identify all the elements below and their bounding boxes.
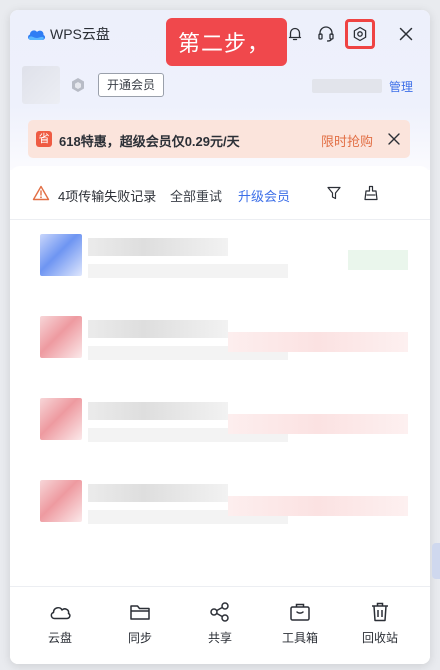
list-item[interactable] (34, 312, 410, 372)
promo-text: 618特惠，超级会员仅0.29元/天 (59, 134, 240, 149)
callout-text: 第二步， (178, 31, 271, 56)
account-name (312, 79, 382, 93)
nav-label: 同步 (127, 631, 152, 645)
avatar[interactable] (22, 66, 60, 104)
wps-cloud-panel: WPS云盘 第二步， 开通会员 管理 省 618特惠，超级会员仅0.29元/天 … (10, 10, 430, 664)
record-status-redacted (228, 496, 408, 516)
nav-item-cloud[interactable]: 云盘 (30, 601, 90, 647)
promo-tag: 省 (36, 131, 52, 147)
nav-label: 云盘 (47, 631, 72, 645)
nav-label: 回收站 (361, 631, 398, 645)
transfer-content: 4项传输失败记录 全部重试 升级会员 (10, 166, 430, 586)
record-status-redacted (348, 250, 408, 270)
member-badge-icon (72, 78, 84, 92)
retry-all-button[interactable]: 全部重试 (170, 186, 222, 205)
upgrade-member-link[interactable]: 升级会员 (238, 186, 290, 205)
file-name-redacted (88, 484, 228, 502)
clear-records-icon[interactable] (363, 185, 379, 201)
file-thumbnail (40, 480, 82, 522)
headset-icon (318, 26, 334, 42)
close-icon (399, 27, 413, 41)
open-membership-button[interactable]: 开通会员 (98, 73, 165, 97)
wps-cloud-logo-icon (28, 30, 46, 40)
tutorial-callout: 第二步， (166, 18, 287, 66)
side-scroll-handle[interactable] (432, 543, 440, 579)
list-item[interactable] (34, 476, 410, 536)
nav-item-toolbox[interactable]: 工具箱 (270, 601, 330, 647)
warning-icon (32, 185, 50, 201)
nav-item-sync[interactable]: 同步 (110, 601, 170, 647)
transfer-fail-bar: 4项传输失败记录 全部重试 升级会员 (10, 166, 430, 220)
file-thumbnail (40, 398, 82, 440)
folder-icon (130, 605, 150, 620)
nav-item-share[interactable]: 共享 (190, 601, 250, 647)
fail-count-text: 4项传输失败记录 (58, 189, 157, 204)
settings-button[interactable] (345, 19, 375, 49)
manage-link[interactable]: 管理 (389, 78, 413, 95)
file-thumbnail (40, 234, 82, 276)
file-name-redacted (88, 238, 228, 256)
promo-close-icon[interactable] (386, 131, 402, 147)
promo-banner[interactable]: 省 618特惠，超级会员仅0.29元/天 限时抢购 (28, 120, 410, 158)
nav-label: 共享 (207, 631, 232, 645)
user-info-row: 开通会员 管理 (10, 62, 430, 104)
bottom-nav: 云盘 同步 共享 工具箱 回收站 (10, 586, 430, 664)
toolbox-icon (290, 603, 310, 621)
share-icon (210, 602, 229, 622)
transfer-record-list (34, 230, 410, 558)
app-title: WPS云盘 (50, 26, 110, 42)
title-bar: WPS云盘 第二步， (10, 10, 430, 66)
nav-label: 工具箱 (281, 631, 318, 645)
notification-button[interactable] (283, 22, 307, 46)
nav-item-recycle-bin[interactable]: 回收站 (350, 601, 410, 647)
trash-icon (372, 602, 388, 622)
bell-icon (288, 27, 302, 41)
cloud-icon (50, 606, 71, 620)
list-item[interactable] (34, 394, 410, 454)
file-thumbnail (40, 316, 82, 358)
customer-service-button[interactable] (314, 22, 338, 46)
close-button[interactable] (394, 22, 418, 46)
file-name-redacted (88, 402, 228, 420)
record-status-redacted (228, 332, 408, 352)
file-name-redacted (88, 320, 228, 338)
list-item[interactable] (34, 230, 410, 290)
filter-icon[interactable] (326, 185, 342, 201)
promo-cta-link[interactable]: 限时抢购 (321, 131, 373, 150)
header: WPS云盘 第二步， 开通会员 管理 省 618特惠，超级会员仅0.29元/天 … (10, 10, 430, 170)
record-status-redacted (228, 414, 408, 434)
gear-icon (353, 26, 367, 42)
file-meta-redacted (88, 264, 288, 278)
